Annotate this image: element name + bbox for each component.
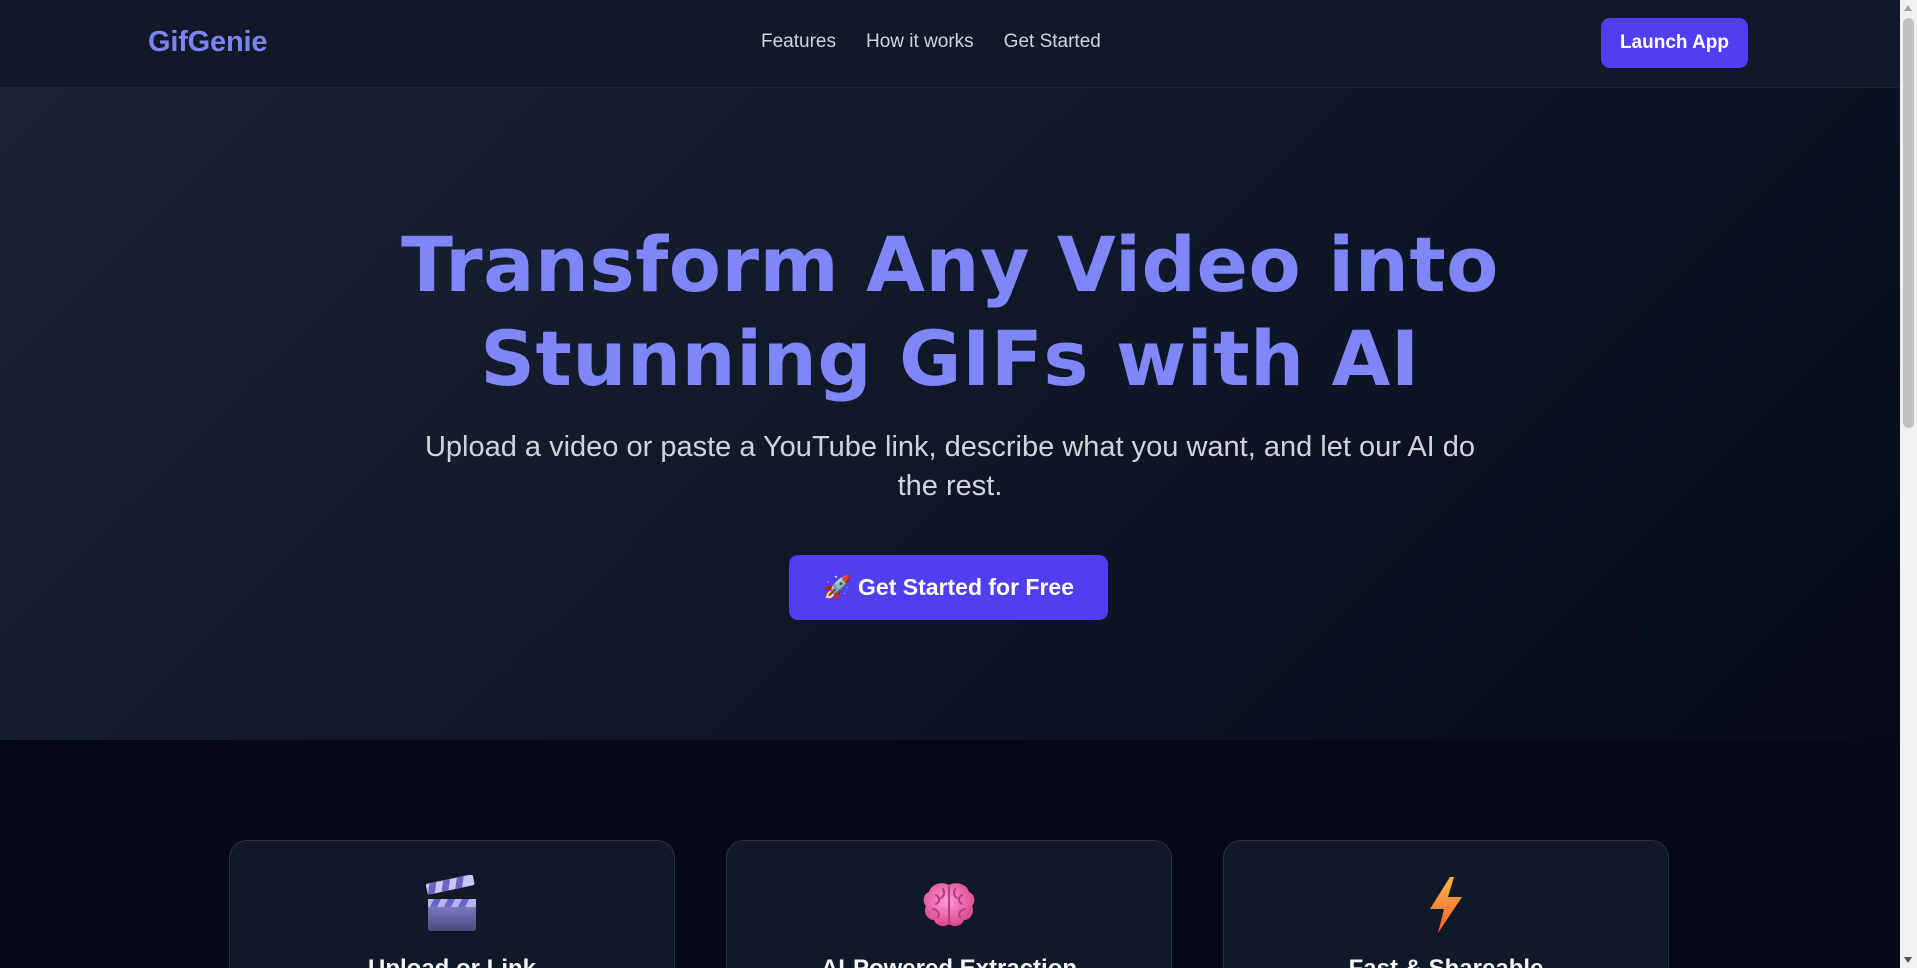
nav-link-how-it-works[interactable]: How it works bbox=[866, 31, 974, 53]
feature-card-ai: AI-Powered Extraction bbox=[726, 840, 1172, 968]
hero-section: Transform Any Video into Stunning GIFs w… bbox=[0, 88, 1900, 740]
nav-links: Features How it works Get Started bbox=[761, 31, 1101, 53]
hero-subtitle: Upload a video or paste a YouTube link, … bbox=[400, 428, 1500, 506]
scroll-down-arrow-icon[interactable] bbox=[1904, 957, 1912, 963]
scroll-up-arrow-icon[interactable] bbox=[1904, 5, 1912, 11]
hero-title-line-2: Stunning GIFs with AI bbox=[480, 314, 1420, 403]
feature-title: Upload or Link bbox=[230, 955, 674, 968]
hero-title-line-1: Transform Any Video into bbox=[401, 220, 1499, 309]
landing-page: GifGenie Features How it works Get Start… bbox=[0, 0, 1900, 968]
launch-app-button[interactable]: Launch App bbox=[1601, 18, 1748, 68]
clapperboard-icon bbox=[425, 875, 476, 931]
brain-icon bbox=[923, 883, 975, 927]
feature-title: AI-Powered Extraction bbox=[727, 955, 1171, 968]
get-started-free-button[interactable]: 🚀 Get Started for Free bbox=[789, 555, 1108, 620]
cta-label: Get Started for Free bbox=[858, 574, 1075, 600]
features-section: Upload or Link AI-Powered Extraction bbox=[0, 740, 1900, 968]
rocket-icon: 🚀 bbox=[822, 574, 852, 600]
feature-card-fast: Fast & Shareable bbox=[1223, 840, 1669, 968]
vertical-scrollbar[interactable] bbox=[1900, 0, 1917, 968]
brand-logo[interactable]: GifGenie bbox=[148, 26, 267, 59]
hero-title: Transform Any Video into Stunning GIFs w… bbox=[0, 218, 1900, 406]
navbar: GifGenie Features How it works Get Start… bbox=[0, 0, 1900, 88]
nav-link-get-started[interactable]: Get Started bbox=[1004, 31, 1101, 53]
hero-subtitle-line-2: the rest. bbox=[897, 470, 1003, 502]
feature-title: Fast & Shareable bbox=[1224, 955, 1668, 968]
lightning-icon bbox=[1430, 877, 1462, 933]
scroll-thumb[interactable] bbox=[1903, 18, 1914, 428]
feature-card-upload: Upload or Link bbox=[229, 840, 675, 968]
nav-link-features[interactable]: Features bbox=[761, 31, 836, 53]
hero-subtitle-line-1: Upload a video or paste a YouTube link, … bbox=[424, 431, 1476, 463]
